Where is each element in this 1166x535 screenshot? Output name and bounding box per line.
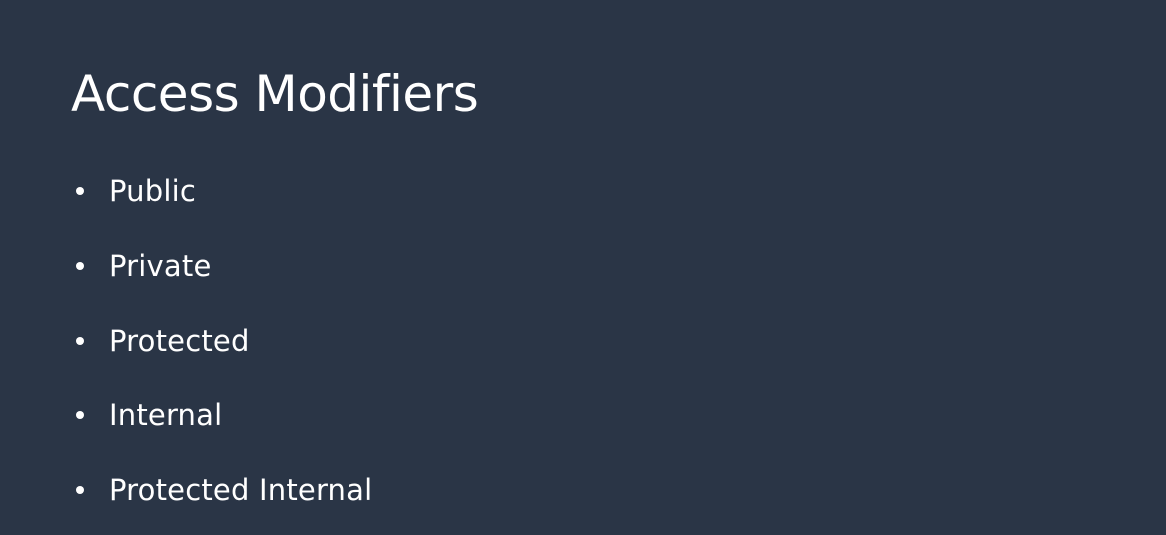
bullet-item-private: Private <box>76 246 212 286</box>
bullet-dot-icon <box>76 486 84 494</box>
bullet-text: Internal <box>109 398 223 432</box>
bullet-dot-icon <box>76 411 84 419</box>
bullet-text: Public <box>109 174 197 208</box>
bullet-text: Protected Internal <box>109 473 373 507</box>
bullet-dot-icon <box>76 187 84 195</box>
slide-title: Access Modifiers <box>71 65 479 123</box>
bullet-dot-icon <box>76 262 84 270</box>
bullet-item-protected: Protected <box>76 321 250 361</box>
bullet-dot-icon <box>76 337 84 345</box>
bullet-item-public: Public <box>76 171 196 211</box>
bullet-text: Protected <box>109 324 250 358</box>
bullet-item-protected-internal: Protected Internal <box>76 470 372 510</box>
presentation-slide: Access Modifiers Public Private Protecte… <box>0 0 1166 535</box>
bullet-item-internal: Internal <box>76 395 222 435</box>
bullet-text: Private <box>109 249 212 283</box>
